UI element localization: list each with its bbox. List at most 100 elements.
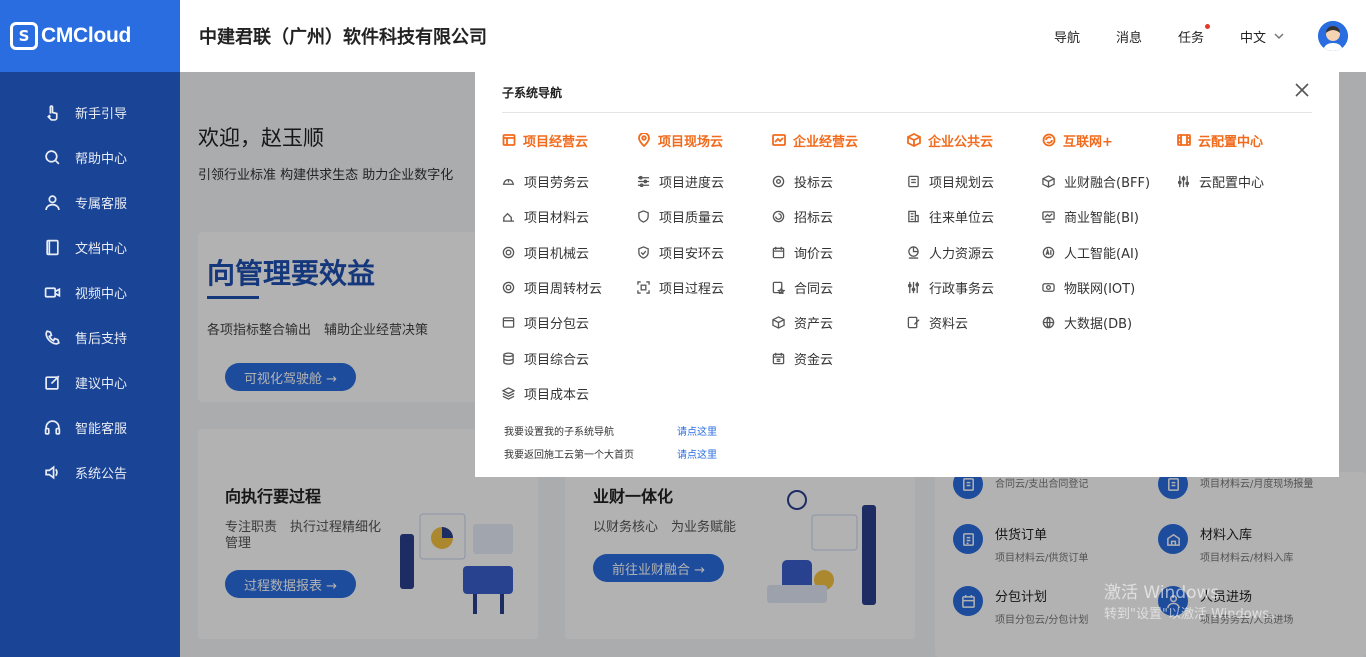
return-link[interactable]: 请点这里 (677, 446, 717, 461)
sidebar-item-suggest[interactable]: 建议中心 (0, 360, 180, 405)
sidebar-item-label: 专属客服 (75, 197, 128, 212)
logo-mark: S (10, 22, 38, 50)
nav-item-bigdata[interactable]: 大数据(DB) (1042, 305, 1177, 340)
nav-item-files[interactable]: 资料云 (907, 305, 1042, 340)
nav-item-partners[interactable]: 往来单位云 (907, 199, 1042, 234)
nav-item-bi[interactable]: 商业智能(BI) (1042, 199, 1177, 234)
nav-item-tendering[interactable]: 招标云 (772, 199, 907, 234)
footer-label: 我要设置我的子系统导航 (504, 427, 614, 438)
box-icon (1042, 175, 1055, 188)
windows-watermark-title: 激活 Windows (1104, 583, 1220, 603)
sliders-icon (637, 176, 650, 188)
headset-icon (44, 420, 61, 435)
logo-text: CMCloud (41, 24, 132, 47)
tuning-icon (1177, 176, 1190, 188)
logo[interactable]: S CMCloud (0, 0, 180, 72)
film-icon (1177, 134, 1191, 146)
language-label: 中文 (1239, 30, 1266, 46)
divider (502, 112, 1312, 113)
nav-item-inquiry[interactable]: 询价云 (772, 235, 907, 270)
chart-icon (772, 134, 786, 146)
footer-row-return: 我要返回施工云第一个大首页 请点这里 (504, 446, 717, 461)
nav-item-labor[interactable]: 项目劳务云 (502, 164, 637, 199)
nav-item-subcontract[interactable]: 项目分包云 (502, 305, 637, 340)
book-icon (46, 239, 59, 256)
subsystem-nav-modal: 子系统导航 项目经营云 项目劳务云 项目材料云 项目机械云 项目周转材云 项目分… (475, 72, 1339, 477)
company-name: 中建君联（广州）软件科技有限公司 (199, 27, 487, 48)
tasks-link[interactable]: 任务 (1178, 23, 1210, 46)
sidebar-item-label: 帮助中心 (75, 152, 128, 167)
nav-item-ai[interactable]: 人工智能(AI) (1042, 235, 1177, 270)
nav-item-quality[interactable]: 项目质量云 (637, 199, 772, 234)
at-icon (772, 175, 785, 188)
nav-item-cost[interactable]: 项目成本云 (502, 376, 637, 411)
column-head[interactable]: 企业经营云 (772, 130, 907, 150)
window-icon (502, 317, 515, 329)
refresh-icon (1042, 133, 1056, 147)
shield-check-icon (638, 245, 649, 259)
nav-item-planning[interactable]: 项目规划云 (907, 164, 1042, 199)
nav-item-contract[interactable]: 合同云 (772, 270, 907, 305)
close-button[interactable] (1295, 82, 1311, 98)
nav-item-safety[interactable]: 项目安环云 (637, 235, 772, 270)
phone-icon (45, 330, 60, 345)
nav-item-machinery[interactable]: 项目机械云 (502, 235, 637, 270)
language-select[interactable]: 中文 (1240, 27, 1284, 46)
search-icon (45, 150, 60, 165)
nav-item-funds[interactable]: 资金云 (772, 340, 907, 375)
close-icon (1295, 83, 1309, 97)
modal-title: 子系统导航 (502, 86, 563, 100)
target-icon (502, 281, 515, 294)
database-icon (503, 352, 514, 365)
nav-item-progress[interactable]: 项目进度云 (637, 164, 772, 199)
footer-row-setup: 我要设置我的子系统导航 请点这里 (504, 423, 717, 438)
column-project-site: 项目现场云 项目进度云 项目质量云 项目安环云 项目过程云 (637, 130, 772, 305)
nav-item-turnover[interactable]: 项目周转材云 (502, 270, 637, 305)
avatar[interactable] (1318, 21, 1348, 51)
nav-item-admin[interactable]: 行政事务云 (907, 270, 1042, 305)
avatar-person-icon (1318, 21, 1348, 51)
sidebar-item-label: 系统公告 (75, 467, 128, 482)
column-head[interactable]: 项目现场云 (637, 130, 772, 150)
hand-pointer-icon (47, 105, 58, 121)
scan-icon (637, 281, 650, 294)
nav-item-bidding[interactable]: 投标云 (772, 164, 907, 199)
video-icon (44, 287, 61, 298)
column-head[interactable]: 企业公共云 (907, 130, 1042, 150)
chevron-down-icon (1274, 33, 1284, 40)
sidebar-item-help[interactable]: 帮助中心 (0, 135, 180, 180)
nav-item-hr[interactable]: 人力资源云 (907, 235, 1042, 270)
messages-link[interactable]: 消息 (1116, 27, 1142, 46)
gear-icon (502, 246, 515, 258)
sidebar-item-docs[interactable]: 文档中心 (0, 225, 180, 270)
column-enterprise-business: 企业经营云 投标云 招标云 询价云 合同云 资产云 资金云 (772, 130, 907, 376)
tuning-icon (907, 281, 920, 294)
building-icon (908, 211, 919, 223)
nav-item-bff[interactable]: 业财融合(BFF) (1042, 164, 1177, 199)
calendar-icon (772, 246, 785, 258)
nav-item-cloud-config[interactable]: 云配置中心 (1177, 164, 1312, 199)
sidebar-item-ai-service[interactable]: 智能客服 (0, 405, 180, 450)
sidebar-item-support[interactable]: 售后支持 (0, 315, 180, 360)
sidebar-item-video[interactable]: 视频中心 (0, 270, 180, 315)
sidebar-item-service[interactable]: 专属客服 (0, 180, 180, 225)
ai-icon (1042, 246, 1055, 258)
column-head[interactable]: 互联网+ (1042, 130, 1177, 150)
nav-link[interactable]: 导航 (1054, 27, 1080, 46)
edit-icon (45, 375, 60, 390)
nav-item-comprehensive[interactable]: 项目综合云 (502, 340, 637, 375)
sidebar-item-notice[interactable]: 系统公告 (0, 450, 180, 495)
sidebar-item-guide[interactable]: 新手引导 (0, 90, 180, 135)
nav-item-process[interactable]: 项目过程云 (637, 270, 772, 305)
column-head[interactable]: 项目经营云 (502, 130, 637, 150)
calendar-money-icon (772, 352, 785, 364)
nav-item-iot[interactable]: 物联网(IOT) (1042, 270, 1177, 305)
nav-item-material[interactable]: 项目材料云 (502, 199, 637, 234)
window-icon (502, 134, 516, 146)
column-head[interactable]: 云配置中心 (1177, 130, 1312, 150)
cube-icon (772, 316, 785, 330)
monitor-chart-icon (1042, 211, 1055, 224)
helmet-icon (502, 179, 515, 186)
nav-item-assets[interactable]: 资产云 (772, 305, 907, 340)
setup-link[interactable]: 请点这里 (677, 423, 717, 438)
